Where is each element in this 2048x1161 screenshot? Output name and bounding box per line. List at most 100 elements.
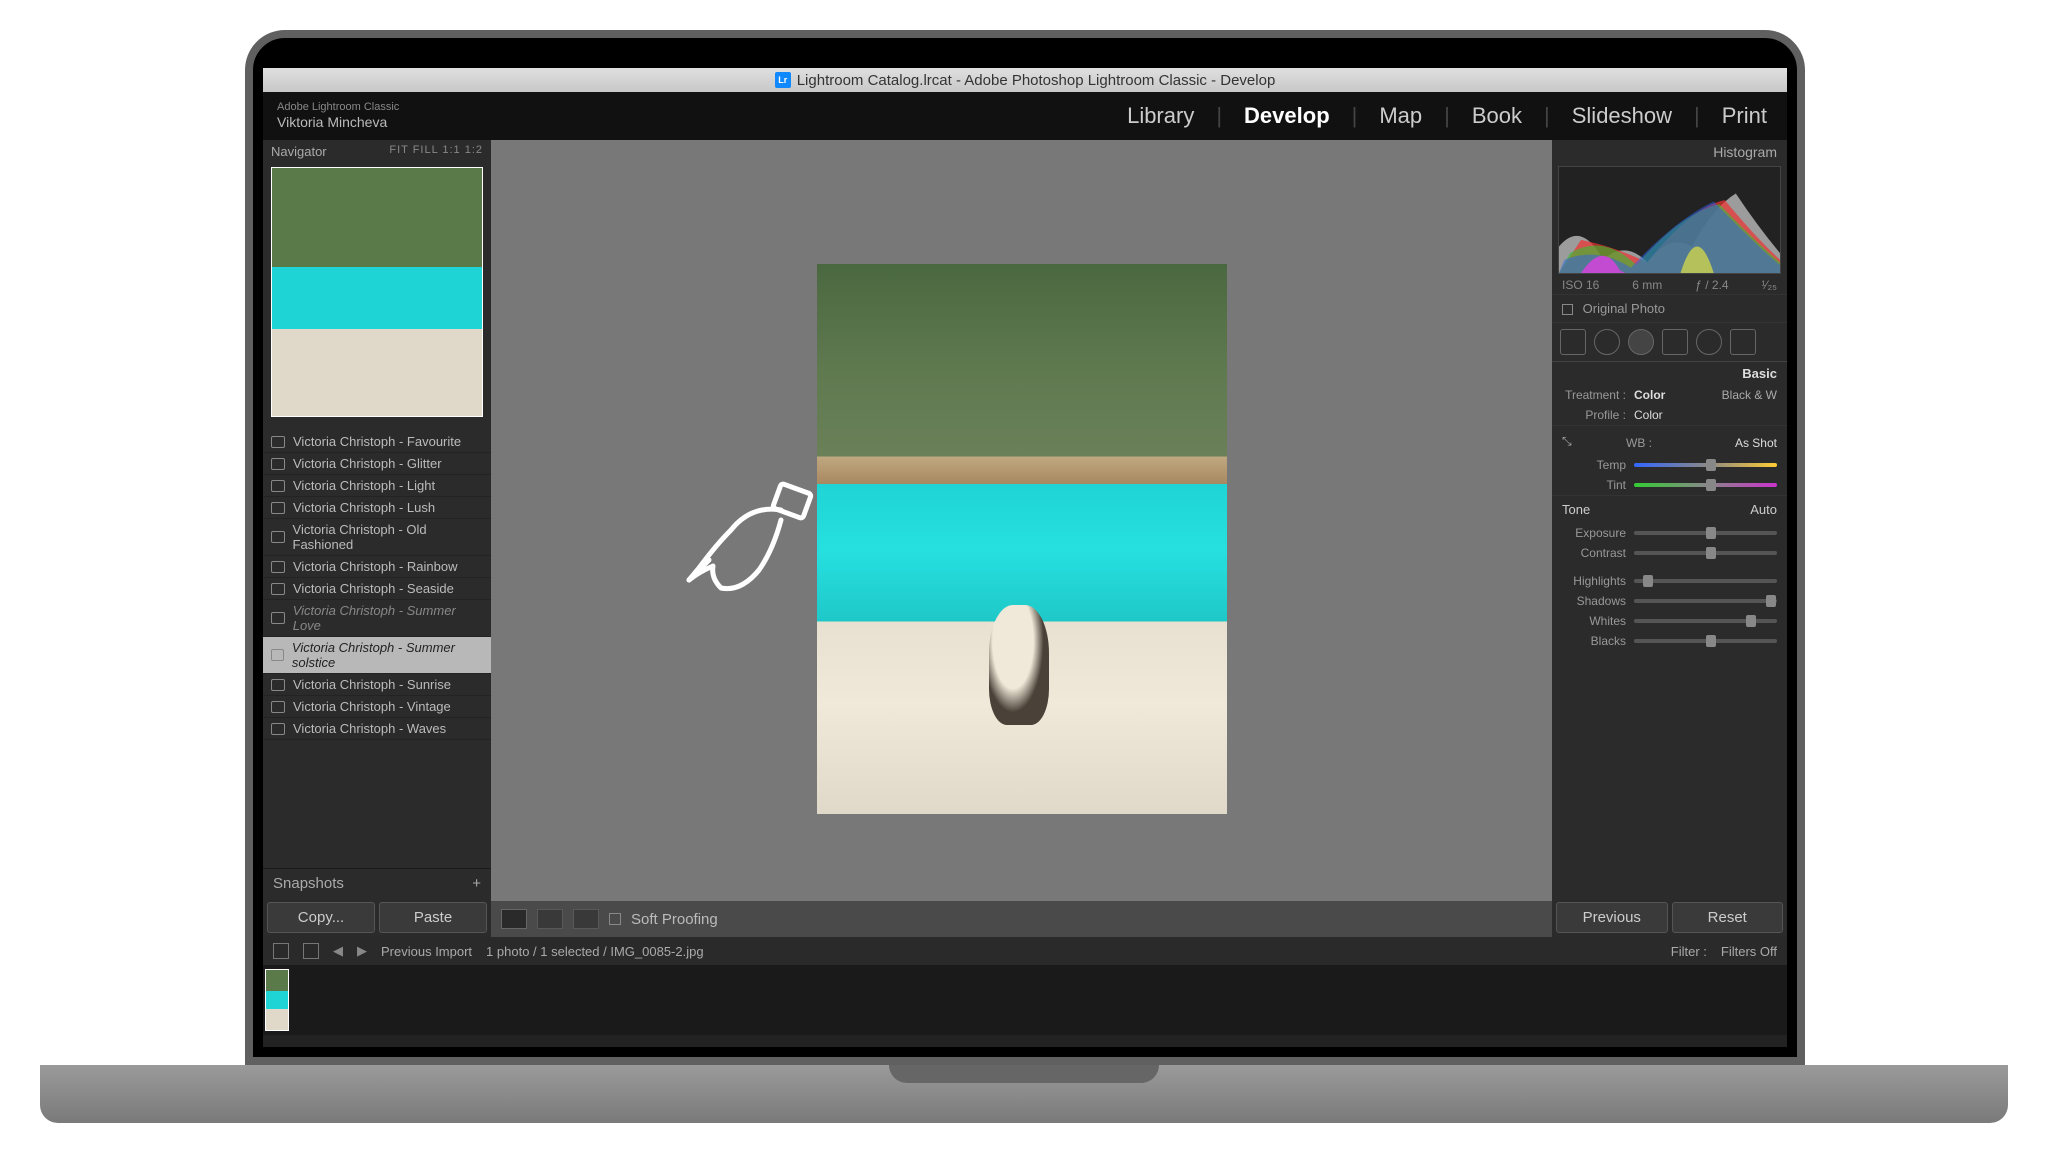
treatment-bw[interactable]: Black & W (1722, 388, 1777, 402)
crop-tool-icon[interactable] (1560, 329, 1586, 355)
whites-slider[interactable] (1634, 619, 1777, 623)
add-snapshot-button[interactable]: + (472, 875, 481, 892)
module-develop[interactable]: Develop (1238, 103, 1336, 129)
treatment-label: Treatment : (1562, 388, 1626, 402)
photo-subject (989, 605, 1049, 725)
left-panel: Navigator FIT FILL 1:1 1:2 Victoria Chri… (263, 140, 491, 937)
loupe-view-icon[interactable] (501, 909, 527, 929)
whites-row: Whites (1552, 611, 1787, 631)
right-button-row: Previous Reset (1552, 898, 1787, 937)
basic-panel-title[interactable]: Basic (1552, 362, 1787, 385)
contrast-slider[interactable] (1634, 551, 1777, 555)
histogram-info: ISO 16 6 mm ƒ / 2.4 ¹⁄₂₅ (1552, 276, 1787, 294)
navigator-zoom[interactable]: FIT FILL 1:1 1:2 (389, 144, 483, 159)
filter-value[interactable]: Filters Off (1721, 944, 1777, 959)
module-book[interactable]: Book (1466, 103, 1528, 129)
module-map[interactable]: Map (1373, 103, 1428, 129)
blacks-slider[interactable] (1634, 639, 1777, 643)
grid-icon[interactable] (303, 943, 319, 959)
main-photo[interactable] (817, 264, 1227, 814)
preset-item[interactable]: Victoria Christoph - Vintage (263, 696, 491, 718)
film-thumbnail[interactable] (265, 969, 289, 1031)
navigator-thumbnail[interactable] (271, 167, 483, 417)
preset-item[interactable]: Victoria Christoph - Favourite (263, 431, 491, 453)
highlights-slider[interactable] (1634, 579, 1777, 583)
profile-value[interactable]: Color (1634, 408, 1663, 422)
preset-item[interactable]: Victoria Christoph - Sunrise (263, 674, 491, 696)
exposure-row: Exposure (1552, 523, 1787, 543)
wb-value[interactable]: As Shot (1735, 436, 1777, 450)
preset-item[interactable]: Victoria Christoph - Light (263, 475, 491, 497)
preset-item[interactable]: Victoria Christoph - Glitter (263, 453, 491, 475)
app-screen: Lr Lightroom Catalog.lrcat - Adobe Photo… (263, 68, 1787, 1047)
blacks-row: Blacks (1552, 631, 1787, 651)
shadows-row: Shadows (1552, 591, 1787, 611)
preset-icon (271, 561, 285, 573)
profile-label: Profile : (1562, 408, 1626, 422)
spot-removal-tool-icon[interactable] (1594, 329, 1620, 355)
wb-label: WB : (1588, 436, 1652, 450)
temp-slider[interactable] (1634, 463, 1777, 467)
filmstrip: ◀ ▶ Previous Import 1 photo / 1 selected… (263, 937, 1787, 1047)
soft-proofing-label: Soft Proofing (631, 911, 718, 928)
laptop-frame: Lr Lightroom Catalog.lrcat - Adobe Photo… (245, 30, 1805, 1065)
center-area: Soft Proofing (491, 140, 1552, 937)
tone-header: Tone Auto (1552, 495, 1787, 523)
module-print[interactable]: Print (1716, 103, 1773, 129)
brush-tool-icon[interactable] (1730, 329, 1756, 355)
navigator-title: Navigator (271, 144, 327, 159)
module-slideshow[interactable]: Slideshow (1566, 103, 1678, 129)
grad-filter-tool-icon[interactable] (1662, 329, 1688, 355)
preset-icon (271, 649, 284, 661)
reset-button[interactable]: Reset (1672, 902, 1784, 933)
before-after-split-icon[interactable] (573, 909, 599, 929)
preset-item[interactable]: Victoria Christoph - Summer Love (263, 600, 491, 637)
exposure-slider[interactable] (1634, 531, 1777, 535)
wb-row: ⤡ WB : As Shot (1552, 425, 1787, 455)
preset-icon (271, 612, 285, 624)
navigator-header: Navigator FIT FILL 1:1 1:2 (263, 140, 491, 163)
redeye-tool-icon[interactable] (1628, 329, 1654, 355)
tool-strip (1552, 323, 1787, 362)
copy-button[interactable]: Copy... (267, 902, 375, 933)
iso-value: ISO 16 (1562, 278, 1599, 292)
preset-item-selected[interactable]: Victoria Christoph - Summer solstice (263, 637, 491, 674)
film-tray[interactable] (263, 965, 1787, 1035)
preset-item[interactable]: Victoria Christoph - Rainbow (263, 556, 491, 578)
module-library[interactable]: Library (1121, 103, 1200, 129)
treatment-color[interactable]: Color (1634, 388, 1665, 402)
nav-back-icon[interactable]: ◀ (333, 943, 343, 959)
original-photo-checkbox[interactable] (1562, 304, 1573, 315)
contrast-row: Contrast (1552, 543, 1787, 563)
preset-item[interactable]: Victoria Christoph - Waves (263, 718, 491, 740)
shadows-slider[interactable] (1634, 599, 1777, 603)
preset-item[interactable]: Victoria Christoph - Old Fashioned (263, 519, 491, 556)
original-photo-row[interactable]: Original Photo (1552, 294, 1787, 323)
paste-button[interactable]: Paste (379, 902, 487, 933)
radial-filter-tool-icon[interactable] (1696, 329, 1722, 355)
soft-proofing-checkbox[interactable] (609, 913, 621, 925)
preset-item[interactable]: Victoria Christoph - Lush (263, 497, 491, 519)
tint-slider[interactable] (1634, 483, 1777, 487)
profile-row: Profile : Color (1552, 405, 1787, 425)
tint-row: Tint (1552, 475, 1787, 495)
histogram[interactable] (1558, 166, 1781, 274)
preset-item[interactable]: Victoria Christoph - Seaside (263, 578, 491, 600)
laptop-notch (889, 1065, 1159, 1083)
temp-label: Temp (1562, 458, 1626, 472)
preset-icon (271, 723, 285, 735)
nav-forward-icon[interactable]: ▶ (357, 943, 367, 959)
preset-icon (271, 531, 285, 543)
center-toolbar: Soft Proofing (491, 901, 1552, 937)
auto-button[interactable]: Auto (1750, 502, 1777, 517)
preset-icon (271, 679, 285, 691)
tint-label: Tint (1562, 478, 1626, 492)
module-picker: Library| Develop| Map| Book| Slideshow| … (1121, 103, 1773, 129)
before-after-icon[interactable] (537, 909, 563, 929)
snapshots-header[interactable]: Snapshots + (263, 868, 491, 898)
eyedropper-icon[interactable]: ⤡ (1562, 434, 1580, 452)
filmstrip-source[interactable]: Previous Import (381, 944, 472, 959)
histogram-title: Histogram (1552, 140, 1787, 164)
previous-button[interactable]: Previous (1556, 902, 1668, 933)
monitor-icon[interactable] (273, 943, 289, 959)
